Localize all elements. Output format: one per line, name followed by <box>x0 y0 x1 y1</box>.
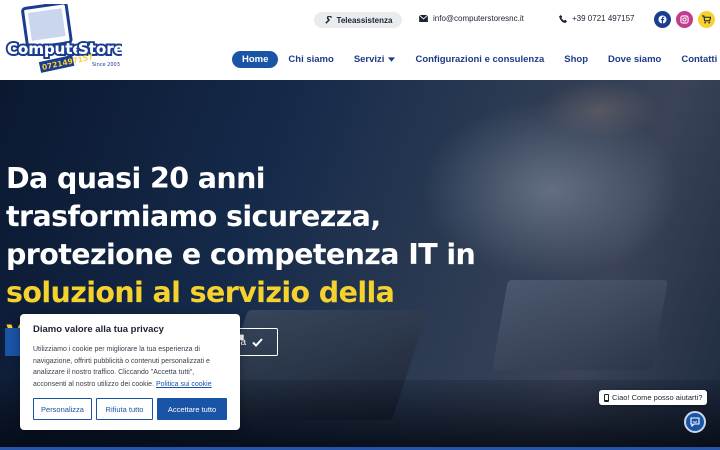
cart-icon <box>702 15 711 24</box>
phone-icon <box>559 14 567 23</box>
phone-link[interactable]: +39 0721 497157 <box>559 14 635 23</box>
phone-text: +39 0721 497157 <box>572 14 635 23</box>
chat-icon <box>690 417 700 427</box>
hero-background-person <box>540 80 660 140</box>
cookie-policy-link[interactable]: Politica sui cookie <box>156 381 212 388</box>
main-nav: Home Chi siamo Servizi Configurazioni e … <box>232 50 717 68</box>
headline-white-text: Da quasi 20 anni trasformiamo sicurezza,… <box>6 162 476 271</box>
teleassistenza-button[interactable]: Teleassistenza <box>314 12 402 28</box>
nav-chi-siamo[interactable]: Chi siamo <box>288 54 333 65</box>
instagram-icon <box>680 15 689 24</box>
teleassistenza-label: Teleassistenza <box>336 15 393 25</box>
chat-launcher-button[interactable] <box>684 411 706 433</box>
nav-contatti[interactable]: Contatti <box>681 54 717 65</box>
nav-configurazioni[interactable]: Configurazioni e consulenza <box>415 54 544 65</box>
facebook-icon <box>658 15 667 24</box>
nav-contatti-label: Contatti <box>681 53 718 65</box>
cookie-accept-button[interactable]: Accettare tutto <box>157 398 227 420</box>
nav-dove-siamo-label: Dove siamo <box>608 53 662 65</box>
site-header: Computer Computer Store Store 0721497157… <box>0 0 720 80</box>
nav-shop-label: Shop <box>564 53 588 65</box>
nav-home-label: Home <box>242 53 269 65</box>
chat-greeting-bubble[interactable]: Ciao! Come posso aiutarti? <box>599 390 707 405</box>
nav-servizi[interactable]: Servizi <box>354 54 396 65</box>
cookie-body: Utilizziamo i cookie per migliorare la t… <box>33 344 227 391</box>
svg-text:Since 2003: Since 2003 <box>92 62 120 68</box>
nav-servizi-label: Servizi <box>353 53 385 65</box>
email-link[interactable]: info@computerstoresnc.it <box>419 14 524 23</box>
instagram-button[interactable] <box>676 11 693 28</box>
nav-configurazioni-label: Configurazioni e consulenza <box>415 53 545 65</box>
cookie-customize-button[interactable]: Personalizza <box>33 398 92 420</box>
wrench-icon <box>324 15 332 24</box>
nav-chi-siamo-label: Chi siamo <box>288 53 334 65</box>
nav-shop[interactable]: Shop <box>564 54 588 65</box>
checkmark-icon <box>252 337 263 347</box>
hero-background-laptop <box>492 280 668 370</box>
cookie-reject-button[interactable]: Rifiuta tutto <box>96 398 153 420</box>
top-contact-bar: Teleassistenza info@computerstoresnc.it … <box>300 10 718 30</box>
computer-store-logo[interactable]: Computer Computer Store Store 0721497157… <box>4 1 126 76</box>
chevron-down-icon <box>388 56 396 62</box>
cookie-buttons: Personalizza Rifiuta tutto Accettare tut… <box>33 398 227 420</box>
phone-device-icon <box>604 393 609 402</box>
nav-home[interactable]: Home <box>232 50 279 68</box>
cart-button[interactable] <box>698 11 715 28</box>
facebook-button[interactable] <box>654 11 671 28</box>
cookie-title: Diamo valore alla tua privacy <box>33 324 164 335</box>
mail-icon <box>419 15 428 22</box>
cookie-consent-banner: Diamo valore alla tua privacy Utilizziam… <box>20 314 240 430</box>
chat-greeting-text: Ciao! Come posso aiutarti? <box>612 393 703 402</box>
nav-dove-siamo[interactable]: Dove siamo <box>608 54 661 65</box>
email-text: info@computerstoresnc.it <box>433 14 524 23</box>
